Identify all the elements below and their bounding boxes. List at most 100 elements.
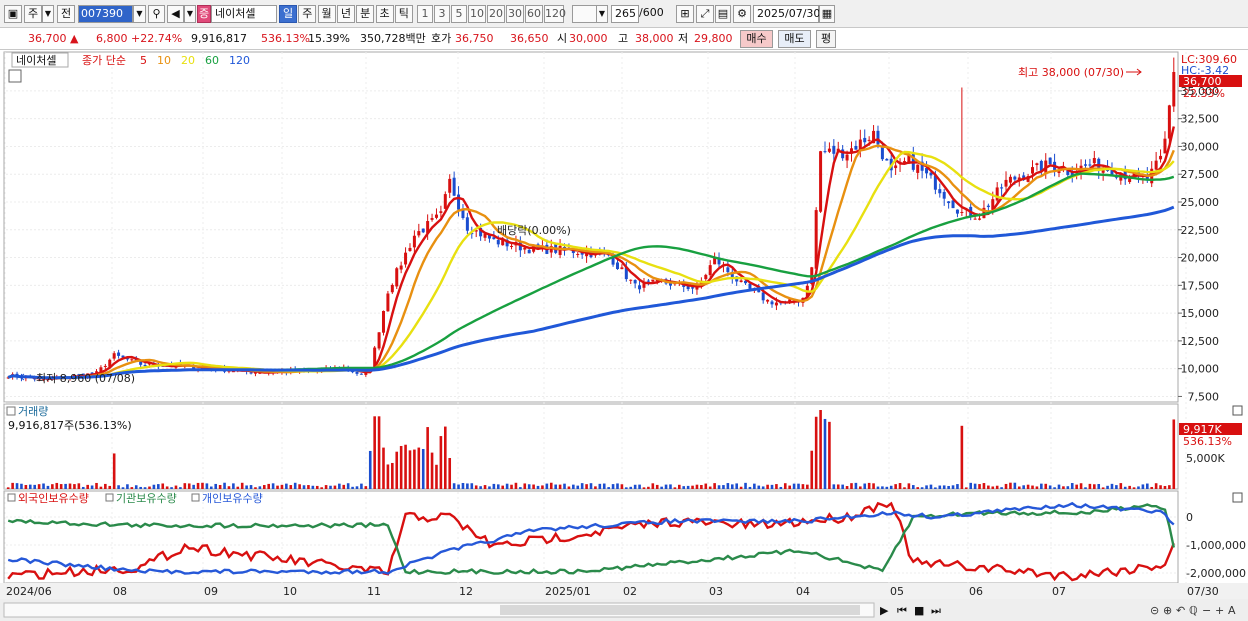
candle-body <box>496 240 500 245</box>
interval-dropdown-icon[interactable]: ▼ <box>596 5 608 23</box>
holding-tick-label: -1,000,000 <box>1186 539 1246 552</box>
tab-period-second[interactable]: 초 <box>375 5 394 23</box>
volume-bar <box>360 483 363 489</box>
interval-button-20[interactable]: 20 <box>487 5 505 23</box>
volume-bar <box>881 486 884 489</box>
volume-bar <box>1110 483 1114 489</box>
volume-bar <box>598 483 602 489</box>
interval-button-5[interactable]: 5 <box>451 5 467 23</box>
volume-panel-icon[interactable] <box>6 406 16 416</box>
tab-period-day[interactable]: 일 <box>279 5 297 23</box>
legend-ma-120: 120 <box>229 54 250 67</box>
volume-bar <box>1132 487 1136 489</box>
settings-gear-icon[interactable]: ⚙ <box>733 5 751 23</box>
volume-bar <box>161 483 165 489</box>
last-pct-tag: 22.33% <box>1183 87 1225 100</box>
volume-bar <box>1026 484 1030 489</box>
candle-body <box>766 299 770 302</box>
market-select[interactable]: 주 <box>24 5 42 23</box>
stock-code-input[interactable]: 007390 <box>78 5 133 23</box>
volume-bar <box>505 483 509 489</box>
volume-bar <box>1159 485 1162 489</box>
volume-bar <box>258 486 262 489</box>
volume-bar <box>682 486 686 489</box>
scroll-thumb[interactable] <box>500 605 860 615</box>
price-tick-label: 15,000 <box>1181 307 1220 320</box>
holding-tick-label: -2,000,000 <box>1186 567 1246 580</box>
candle-body <box>646 280 650 282</box>
window-icon[interactable]: ▣ <box>4 5 22 23</box>
buy-button[interactable]: 매수 <box>740 30 773 48</box>
speaker-dropdown-icon[interactable]: ▼ <box>184 5 196 23</box>
open-price: 30,000 <box>569 32 608 45</box>
chart-canvas[interactable]: 7,500 10,000 12,500 15,000 17,500 20,000 22,50… <box>0 50 1248 621</box>
interval-button-10[interactable]: 10 <box>468 5 486 23</box>
interval-button-3[interactable]: 3 <box>434 5 450 23</box>
tab-period-year[interactable]: 년 <box>336 5 355 23</box>
price-tick-label: 7,500 <box>1188 390 1220 403</box>
turnover-rate: 15.39% <box>308 32 350 45</box>
code-dropdown-icon[interactable]: ▼ <box>133 5 146 23</box>
candle-body <box>448 178 452 193</box>
speaker-icon[interactable]: ◀ <box>167 5 184 23</box>
volume-bar <box>801 484 805 489</box>
candle-body <box>443 194 447 209</box>
volume-bar <box>806 484 809 489</box>
volume-bar <box>753 483 756 489</box>
legend-ma-20: 20 <box>181 54 195 67</box>
candle-body <box>832 145 836 154</box>
chart-type-icon[interactable]: ⊞ <box>676 5 694 23</box>
volume-bar <box>951 485 955 489</box>
candle-body <box>973 218 977 220</box>
interval-button-30[interactable]: 30 <box>506 5 524 23</box>
volume-bar <box>245 485 248 489</box>
volume-bar <box>249 485 253 489</box>
interval-button-1[interactable]: 1 <box>417 5 433 23</box>
holding-tick-label: 0 <box>1186 511 1193 524</box>
volume-bar <box>333 485 337 489</box>
eval-button[interactable]: 평 <box>816 30 836 48</box>
volume-bar <box>876 486 880 489</box>
tab-period-tick[interactable]: 틱 <box>394 5 413 23</box>
tab-period-minute[interactable]: 분 <box>356 5 375 23</box>
volume-close-icon[interactable] <box>1232 405 1243 416</box>
volume-bar <box>232 483 235 489</box>
save-icon[interactable]: ▤ <box>715 5 731 23</box>
tab-period-week[interactable]: 주 <box>298 5 317 23</box>
interval-button-120[interactable]: 120 <box>544 5 566 23</box>
holding-close-icon[interactable] <box>1232 492 1243 503</box>
legend-ma-5: 5 <box>140 54 147 67</box>
indicator-icon[interactable]: ⤢ <box>696 5 714 23</box>
volume-bar <box>761 486 765 489</box>
volume-bar <box>139 486 142 489</box>
volume-bar <box>920 487 924 489</box>
volume-bar <box>691 485 694 489</box>
scroll-control-icon: ⏭ <box>931 604 941 617</box>
volume-bar <box>1057 484 1061 489</box>
holding-legend-box <box>105 493 114 502</box>
volume-bar <box>46 485 50 489</box>
market-dropdown-icon[interactable]: ▼ <box>42 5 54 23</box>
panel-menu-icon[interactable] <box>8 69 22 83</box>
zoom-control-icon: A <box>1228 604 1236 617</box>
volume-bar <box>717 485 721 489</box>
sell-button[interactable]: 매도 <box>778 30 811 48</box>
holding-legend-0: 외국인보유수량 <box>18 492 89 505</box>
volume-bar <box>210 486 213 489</box>
prev-button[interactable]: 전 <box>57 5 75 23</box>
data-count-input[interactable]: 265 <box>611 5 639 23</box>
volume-bar <box>850 483 853 489</box>
candle-body <box>894 165 898 169</box>
date-input[interactable]: 2025/07/30 <box>753 5 820 23</box>
volume-bar <box>823 418 827 489</box>
candle-body <box>430 218 434 220</box>
price-tick-label: 17,500 <box>1181 279 1220 292</box>
candle-body <box>863 137 867 143</box>
search-icon[interactable]: ⚲ <box>148 5 165 23</box>
volume-bar <box>42 483 45 489</box>
interval-button-60[interactable]: 60 <box>525 5 543 23</box>
tab-period-month[interactable]: 월 <box>317 5 336 23</box>
calendar-icon[interactable]: ▦ <box>819 5 835 23</box>
stock-name[interactable]: 네이처셀 <box>211 5 277 23</box>
volume-bar <box>554 484 557 489</box>
